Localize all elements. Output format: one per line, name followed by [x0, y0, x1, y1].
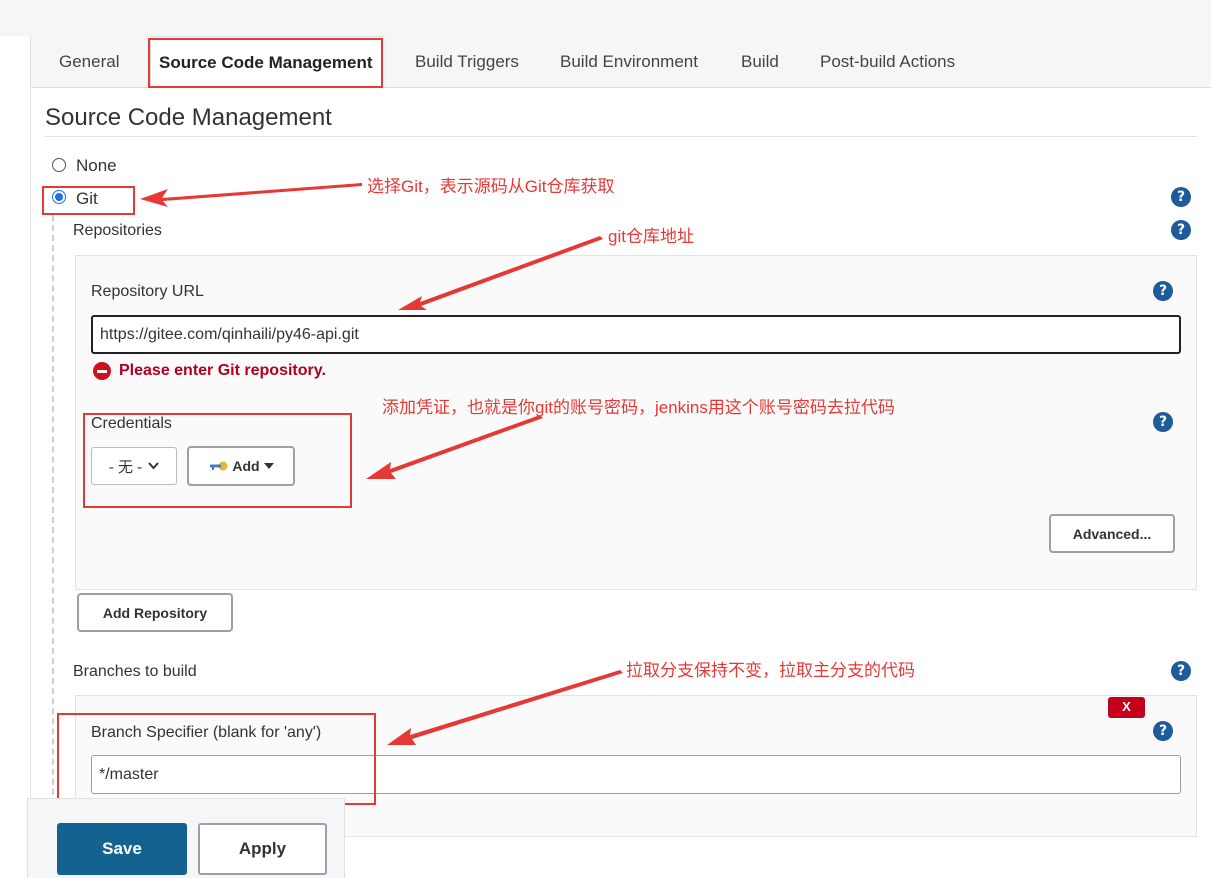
annotation-arrows: [140, 183, 623, 745]
arrow-url: [398, 236, 603, 310]
arrow-branch: [387, 670, 623, 745]
arrow-git: [140, 183, 362, 207]
arrow-credentials: [366, 415, 543, 479]
